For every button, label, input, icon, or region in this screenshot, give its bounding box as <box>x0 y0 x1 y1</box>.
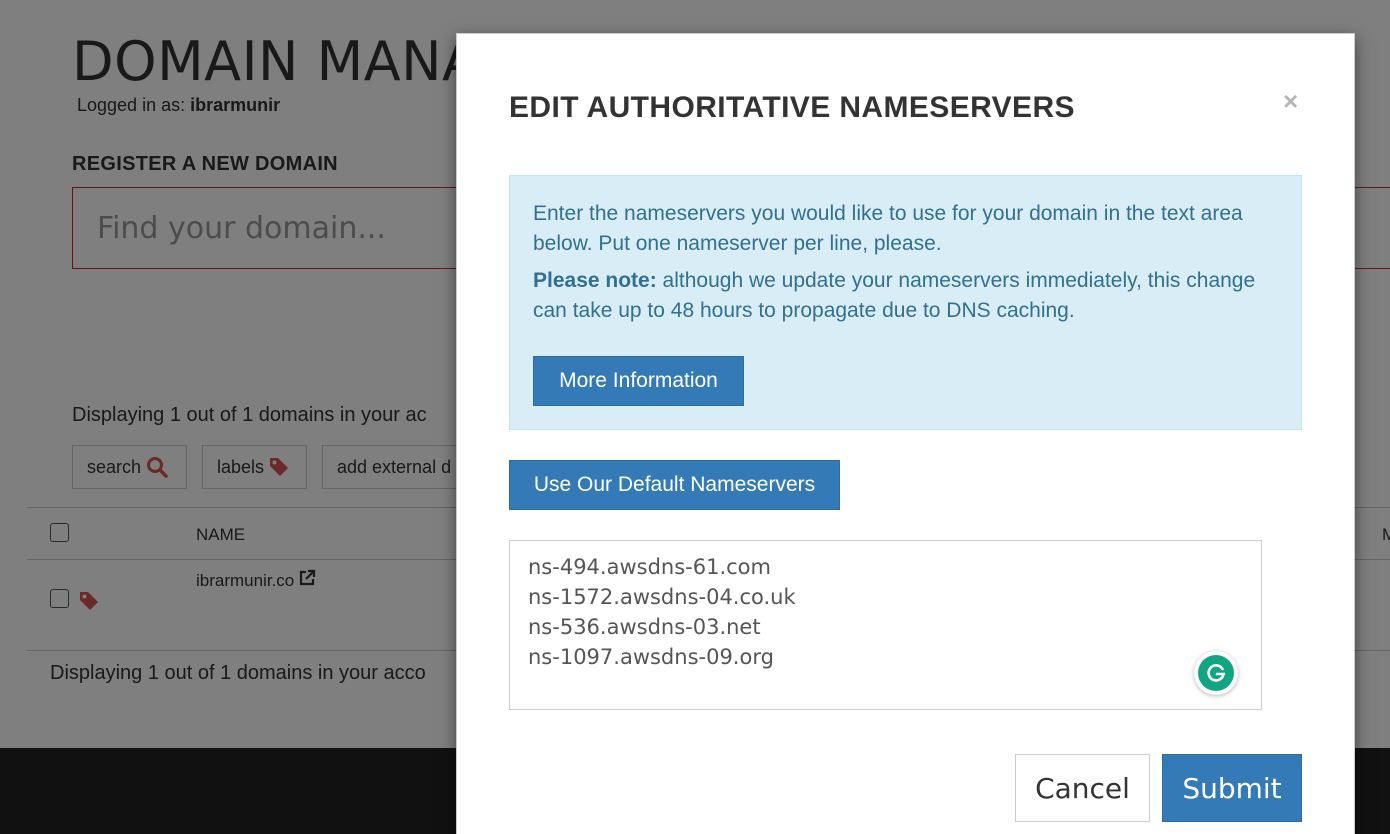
nameserver-list: ns-494.awsdns-61.com ns-1572.awsdns-04.c… <box>528 552 796 672</box>
modal-title: EDIT AUTHORITATIVE NAMESERVERS <box>509 91 1075 124</box>
grammarly-icon[interactable] <box>1194 651 1238 695</box>
nameservers-textarea[interactable]: ns-494.awsdns-61.com ns-1572.awsdns-04.c… <box>509 540 1262 710</box>
submit-button[interactable]: Submit <box>1162 754 1302 822</box>
nameserver-line: ns-536.awsdns-03.net <box>528 615 761 639</box>
nameserver-line: ns-1097.awsdns-09.org <box>528 645 774 669</box>
grammarly-badge <box>1198 655 1234 691</box>
note-paragraph: Please note: although we update your nam… <box>533 266 1278 326</box>
more-information-button[interactable]: More Information <box>533 356 744 406</box>
info-text: Enter the nameservers you would like to … <box>533 202 1243 255</box>
nameserver-line: ns-1572.awsdns-04.co.uk <box>528 585 796 609</box>
use-default-nameservers-button[interactable]: Use Our Default Nameservers <box>509 460 840 510</box>
edit-nameservers-modal: EDIT AUTHORITATIVE NAMESERVERS × Enter t… <box>456 33 1355 834</box>
close-icon[interactable]: × <box>1283 88 1298 114</box>
nameserver-line: ns-494.awsdns-61.com <box>528 555 771 579</box>
cancel-button[interactable]: Cancel <box>1015 754 1150 822</box>
note-label: Please note: <box>533 269 657 292</box>
info-alert: Enter the nameservers you would like to … <box>509 175 1302 430</box>
